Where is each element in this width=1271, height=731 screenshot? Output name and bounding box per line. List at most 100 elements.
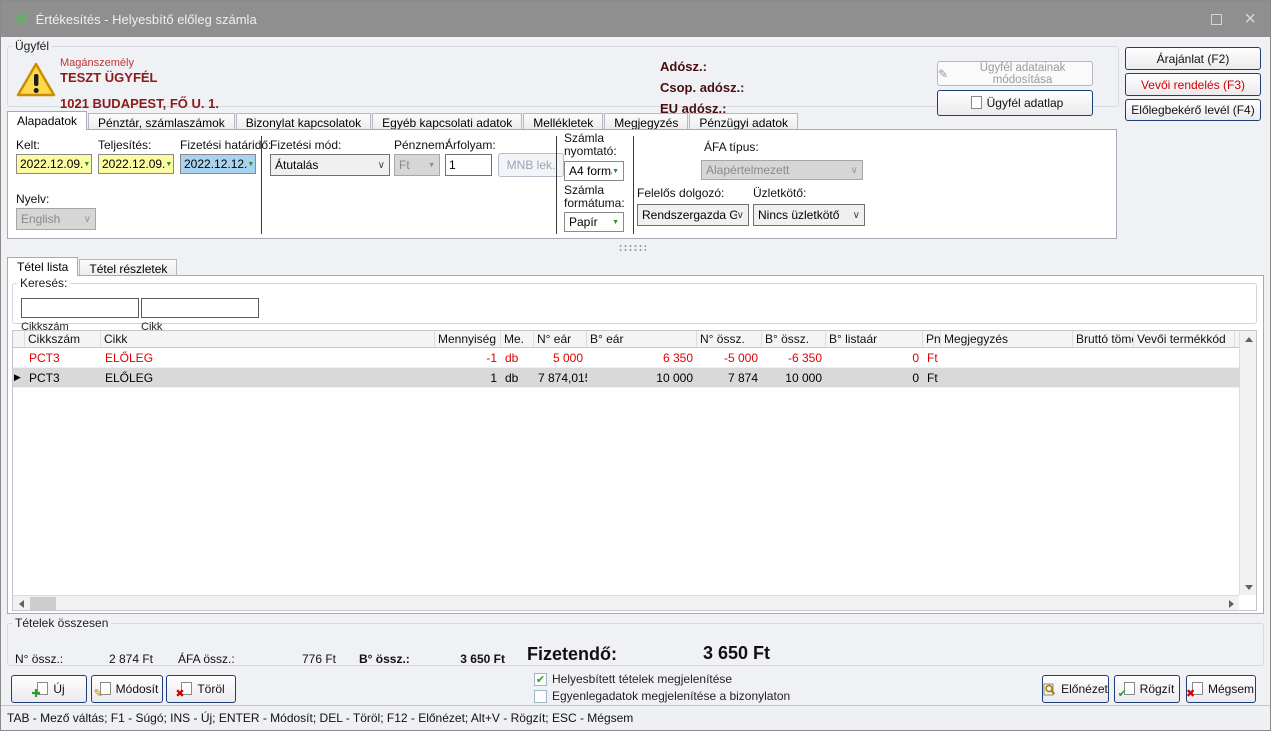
customer-datasheet-button[interactable]: Ügyfél adatlap <box>937 90 1093 116</box>
delete-item-button[interactable]: ✖ Töröl <box>166 675 236 703</box>
column-header[interactable]: Cikkszám <box>25 331 101 347</box>
scroll-left-icon[interactable] <box>13 596 29 611</box>
column-header[interactable]: Bruttó tömeg <box>1073 331 1134 347</box>
preview-button[interactable]: Előnézet <box>1042 675 1109 703</box>
table-cell: 5 000 <box>534 348 587 367</box>
customer-group-label: Ügyfél <box>12 39 52 53</box>
customer-datasheet-label: Ügyfél adatlap <box>987 96 1064 110</box>
elolegbekero-button[interactable]: Előlegbekérő levél (F4) <box>1125 99 1261 121</box>
column-header[interactable]: B° eár <box>587 331 697 347</box>
tab-alapadatok[interactable]: Alapadatok <box>7 111 87 130</box>
divider <box>261 136 262 234</box>
scroll-up-icon[interactable] <box>1240 331 1257 347</box>
row-marker-empty <box>13 348 25 367</box>
dropdown-arrow-icon: ▼ <box>83 161 90 168</box>
szamla-nyomtato-label: Számla nyomtató: <box>564 132 626 158</box>
table-cell: 1 <box>435 368 501 387</box>
penznem-combo[interactable]: Ft ▼ <box>394 154 440 176</box>
close-icon[interactable]: × <box>1244 9 1256 29</box>
app-icon: ✿ <box>15 10 28 28</box>
scroll-down-icon[interactable] <box>1240 579 1257 595</box>
kelt-field[interactable]: 2022.12.09.▼ <box>16 154 92 174</box>
arajanlat-button[interactable]: Árajánlat (F2) <box>1125 47 1261 70</box>
vertical-scrollbar[interactable] <box>1239 331 1256 595</box>
document-icon <box>967 96 982 111</box>
table-cell: ELŐLEG <box>101 348 435 367</box>
column-header[interactable]: Me. <box>501 331 534 347</box>
penznem-value: Ft <box>399 158 410 172</box>
szamla-formatuma-label: Számla formátuma: <box>564 184 626 210</box>
vevoi-rendeles-label: Vevői rendelés (F3) <box>1141 78 1245 92</box>
pencil-icon: ✎ <box>938 67 948 81</box>
grid-header: CikkszámCikkMennyiségMe.N° eárB° eárN° ö… <box>13 331 1256 348</box>
form-panel: Kelt: 2022.12.09.▼ Teljesítés: 2022.12.0… <box>7 129 1117 239</box>
felelos-dolgozo-value: Rendszergazda Ge <box>642 208 737 222</box>
uzletkoto-label: Üzletkötő: <box>753 186 806 200</box>
teljesites-field[interactable]: 2022.12.09.▼ <box>98 154 174 174</box>
afa-tipus-label: ÁFA típus: <box>704 140 759 154</box>
table-cell: PCT3 <box>25 368 101 387</box>
fizetesi-hatarido-field[interactable]: 2022.12.12.▼ <box>180 154 256 174</box>
column-header[interactable]: B° listaár <box>826 331 923 347</box>
tab-penztar-szamlaszamok[interactable]: Pénztár, számlaszámok <box>88 113 235 130</box>
arfolyam-input[interactable] <box>445 154 492 176</box>
checkbox-egyenlegadatok[interactable] <box>534 690 547 703</box>
column-header[interactable]: N° össz. <box>697 331 762 347</box>
table-cell: -6 350 <box>762 348 826 367</box>
checkbox-label-helyesbitett-tetelek: Helyesbített tételek megjelenítése <box>552 672 732 686</box>
search-cikkszam-input[interactable] <box>21 298 139 318</box>
afa-tipus-combo[interactable]: Alapértelmezett∨ <box>701 160 863 180</box>
table-cell: -5 000 <box>697 348 762 367</box>
vevoi-rendeles-button[interactable]: Vevői rendelés (F3) <box>1125 73 1261 96</box>
nyelv-combo[interactable]: English∨ <box>16 208 96 230</box>
felelos-dolgozo-combo[interactable]: Rendszergazda Ge∨ <box>637 204 749 226</box>
tab-tetel-reszletek[interactable]: Tétel részletek <box>79 259 177 276</box>
tab-tetel-lista[interactable]: Tétel lista <box>7 257 78 276</box>
column-header[interactable]: Pn. <box>923 331 941 347</box>
horizontal-scrollbar[interactable] <box>13 595 1239 610</box>
column-header[interactable]: B° össz. <box>762 331 826 347</box>
szamla-formatuma-value: Papír <box>569 215 598 229</box>
tab-mellekletek[interactable]: Mellékletek <box>523 113 603 130</box>
search-cikk-input[interactable] <box>141 298 259 318</box>
maximize-icon[interactable] <box>1211 14 1222 25</box>
modify-item-button[interactable]: ✎ Módosít <box>91 675 163 703</box>
column-header[interactable]: N° eár <box>534 331 587 347</box>
table-cell <box>941 368 1073 387</box>
dropdown-arrow-icon: ▼ <box>428 162 435 169</box>
scroll-right-icon[interactable] <box>1223 596 1239 611</box>
preview-icon <box>1043 683 1056 696</box>
szamla-formatuma-combo[interactable]: Papír▼ <box>564 212 624 232</box>
divider <box>556 136 557 234</box>
window-title: Értékesítés - Helyesbítő előleg számla <box>36 12 257 27</box>
mnb-button[interactable]: MNB lek. <box>498 153 564 177</box>
cancel-button[interactable]: ✖ Mégsem <box>1186 675 1256 703</box>
scrollbar-thumb[interactable] <box>30 597 56 610</box>
customer-modify-button[interactable]: ✎ Ügyfél adatainak módosítása <box>937 61 1093 86</box>
column-header[interactable]: Mennyiség <box>435 331 501 347</box>
tab-penzugyi-adatok[interactable]: Pénzügyi adatok <box>689 113 798 130</box>
szamla-nyomtato-combo[interactable]: A4 forma▼ <box>564 161 624 181</box>
new-item-button[interactable]: ✚ Új <box>11 675 87 703</box>
column-header[interactable]: Vevői termékkód <box>1134 331 1235 347</box>
table-row[interactable]: PCT3ELŐLEG-1db5 0006 350-5 000-6 3500Ft <box>13 348 1256 368</box>
teljesites-value: 2022.12.09. <box>102 157 165 171</box>
app-window: ✿ Értékesítés - Helyesbítő előleg számla… <box>0 0 1271 731</box>
chevron-down-icon: ∨ <box>737 210 744 221</box>
uzletkoto-combo[interactable]: Nincs üzletkötő∨ <box>753 204 865 226</box>
save-button[interactable]: ✔ Rögzít <box>1114 675 1180 703</box>
tab-megjegyzes[interactable]: Megjegyzés <box>604 113 688 130</box>
fizetesi-mod-combo[interactable]: Átutalás∨ <box>270 154 390 176</box>
splitter-grip[interactable] <box>618 244 646 252</box>
tab-egyeb-kapcsolati-adatok[interactable]: Egyéb kapcsolati adatok <box>372 113 522 130</box>
tab-bizonylat-kapcsolatok[interactable]: Bizonylat kapcsolatok <box>236 113 371 130</box>
uzletkoto-value: Nincs üzletkötő <box>758 208 839 222</box>
checkbox-helyesbitett-tetelek[interactable]: ✔ <box>534 673 547 686</box>
table-row[interactable]: ▶PCT3ELŐLEG1db7 874,0157510 0007 87410 0… <box>13 368 1256 388</box>
column-header[interactable]: Megjegyzés <box>941 331 1073 347</box>
column-header[interactable]: Cikk <box>101 331 435 347</box>
customer-address: 1021 BUDAPEST, FŐ U. 1. <box>60 96 219 111</box>
table-cell: db <box>501 348 534 367</box>
szamla-nyomtato-value: A4 forma <box>569 164 612 178</box>
save-label: Rögzít <box>1140 682 1175 696</box>
